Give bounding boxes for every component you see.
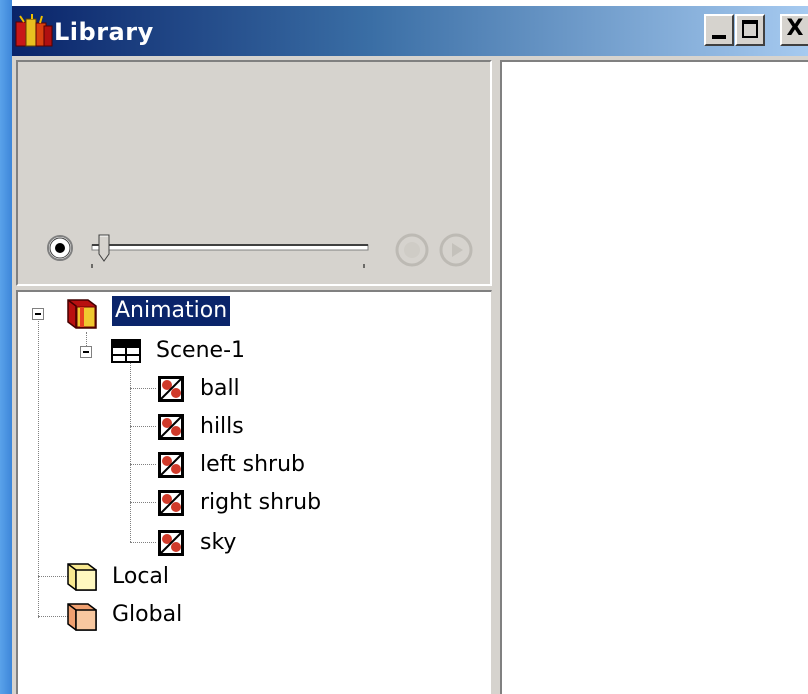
- collapse-toggle-icon[interactable]: [80, 346, 92, 358]
- tree-connector: [130, 542, 156, 543]
- maximize-icon: [742, 20, 758, 38]
- tree-node-folder[interactable]: Local: [112, 562, 169, 592]
- timeline-slider[interactable]: [88, 230, 378, 270]
- window-title: Library: [54, 18, 154, 46]
- tree-connector: [130, 388, 156, 389]
- tree-node-folder[interactable]: Global: [112, 600, 182, 630]
- tree-connector: [38, 316, 39, 618]
- close-button[interactable]: X: [780, 14, 808, 46]
- title-bar[interactable]: Library X: [12, 6, 808, 56]
- tree-connector: [130, 362, 131, 542]
- symbol-icon: [156, 488, 186, 522]
- tree-node-animation[interactable]: Animation: [110, 295, 232, 327]
- tree-node-symbol[interactable]: left shrub: [200, 450, 305, 480]
- tree-connector: [130, 464, 156, 465]
- preview-pane: [16, 60, 492, 286]
- play-button-icon[interactable]: [438, 232, 474, 272]
- play-radio-icon[interactable]: [46, 234, 74, 266]
- symbol-icon: [156, 374, 186, 408]
- close-icon: X: [786, 16, 804, 41]
- library-tree: Animation Scene-1 ball hills left shrub …: [16, 290, 492, 694]
- desktop-edge: [0, 0, 12, 694]
- collapse-toggle-icon[interactable]: [32, 308, 44, 320]
- tree-connector: [130, 426, 156, 427]
- tree-node-symbol[interactable]: ball: [200, 374, 240, 404]
- folder-red-icon: [62, 294, 102, 336]
- symbol-icon: [156, 528, 186, 562]
- stop-button-icon[interactable]: [394, 232, 430, 272]
- timeline-thumb[interactable]: [98, 234, 110, 266]
- minimize-button[interactable]: [704, 14, 734, 46]
- folder-yellow-icon: [64, 558, 100, 598]
- tree-node-symbol[interactable]: right shrub: [200, 488, 321, 518]
- symbol-icon: [156, 450, 186, 484]
- symbol-icon: [156, 412, 186, 446]
- maximize-button[interactable]: [735, 14, 765, 46]
- tree-node-symbol[interactable]: sky: [200, 528, 236, 558]
- tree-connector: [130, 502, 156, 503]
- library-app-icon: [14, 14, 54, 50]
- properties-pane: [500, 60, 808, 694]
- tree-node-scene[interactable]: Scene-1: [156, 336, 245, 366]
- tree-node-symbol[interactable]: hills: [200, 412, 244, 442]
- library-window: Library X Animation Scene-1 ball hills l…: [12, 6, 808, 694]
- minimize-icon: [712, 35, 726, 39]
- folder-orange-icon: [64, 598, 100, 638]
- scene-icon: [108, 336, 144, 370]
- window-body: Animation Scene-1 ball hills left shrub …: [12, 56, 808, 694]
